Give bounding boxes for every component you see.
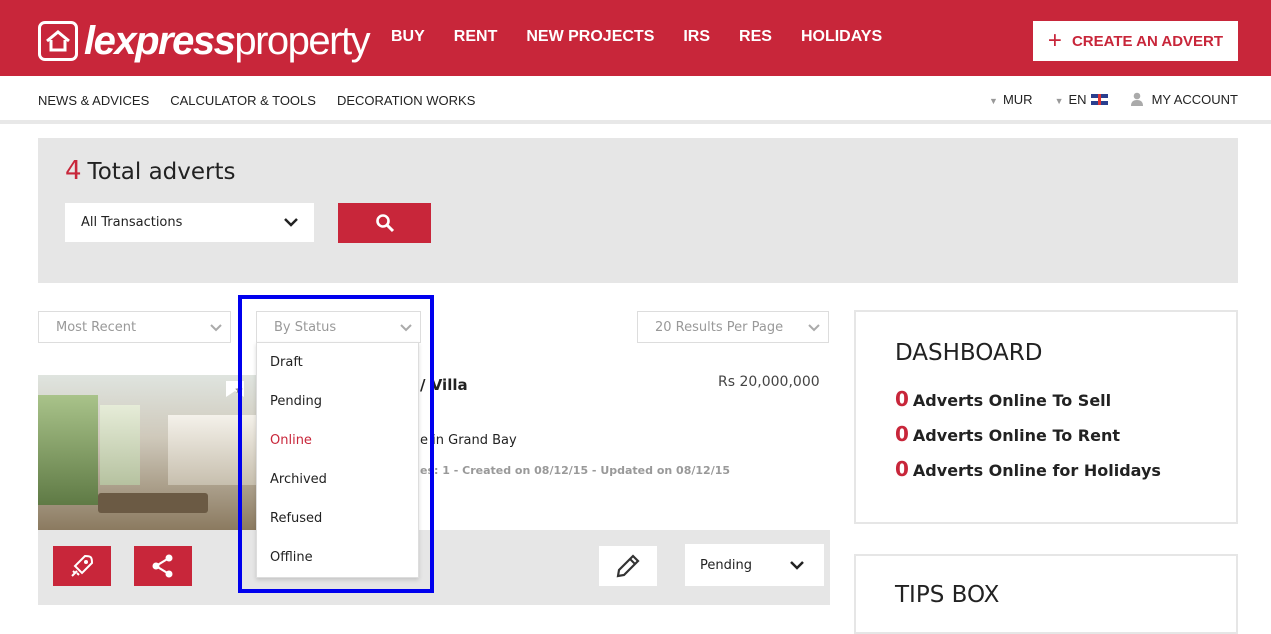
nav-rent[interactable]: RENT [454, 28, 498, 46]
search-icon [375, 214, 394, 233]
share-icon [152, 554, 173, 578]
status-option-archived[interactable]: Archived [257, 470, 418, 509]
create-advert-label: CREATE AN ADVERT [1071, 32, 1224, 50]
rocket-icon [71, 554, 94, 577]
edit-button[interactable] [599, 546, 657, 586]
currency-selector[interactable]: ▼ MUR [989, 92, 1033, 107]
chevron-down-icon [808, 324, 820, 332]
language-selector[interactable]: ▼ EN [1055, 92, 1108, 107]
chevron-down-icon [400, 324, 412, 332]
status-option-refused[interactable]: Refused [257, 509, 418, 548]
stat-holidays: 0 Adverts Online for Holidays [895, 457, 1161, 481]
status-option-online[interactable]: Online [257, 431, 418, 470]
status-filter-select[interactable]: By Status [256, 311, 421, 343]
top-bar: lexpressproperty BUY RENT NEW PROJECTS I… [0, 0, 1271, 76]
listing-actions-bar: Pending [38, 530, 830, 605]
create-advert-button[interactable]: + CREATE AN ADVERT [1033, 21, 1238, 61]
stat-rent: 0 Adverts Online To Rent [895, 422, 1121, 446]
main-nav: BUY RENT NEW PROJECTS IRS RES HOLIDAYS [391, 28, 882, 46]
caret-down-icon: ▼ [1054, 96, 1064, 106]
listing-title[interactable]: / Villa [420, 376, 468, 394]
status-option-offline[interactable]: Offline [257, 548, 418, 587]
dashboard-panel: DASHBOARD 0 Adverts Online To Sell 0 Adver… [854, 310, 1238, 524]
chevron-down-icon [790, 561, 804, 570]
search-panel: 4 Total adverts All Transactions [38, 138, 1238, 283]
transaction-select[interactable]: All Transactions [65, 203, 314, 242]
nav-res[interactable]: RES [739, 28, 772, 46]
listing-location: e in Grand Bay [420, 433, 517, 448]
sort-select[interactable]: Most Recent [38, 311, 231, 343]
tips-box-panel: TIPS BOX [854, 554, 1238, 634]
logo-text: lexpressproperty [84, 19, 371, 63]
listing-price: Rs 20,000,000 [718, 374, 820, 390]
nav-calculator-tools[interactable]: CALCULATOR & TOOLS [170, 93, 316, 108]
chevron-down-icon [284, 218, 298, 227]
total-adverts: 4 Total adverts [65, 156, 236, 186]
chevron-down-icon [210, 324, 222, 332]
stat-sell: 0 Adverts Online To Sell [895, 387, 1112, 411]
nav-irs[interactable]: IRS [683, 28, 710, 46]
nav-holidays[interactable]: HOLIDAYS [801, 28, 882, 46]
advert-status-select[interactable]: Pending [685, 544, 824, 586]
pencil-icon [616, 554, 640, 578]
status-option-draft[interactable]: Draft [257, 353, 418, 392]
plus-icon: + [1047, 27, 1062, 54]
dashboard-title: DASHBOARD [895, 340, 1043, 366]
secondary-nav: NEWS & ADVICES CALCULATOR & TOOLS DECORA… [0, 76, 1271, 124]
listing-meta: es: 1 - Created on 08/12/15 - Updated on… [420, 464, 731, 477]
user-icon [1130, 92, 1143, 106]
nav-decoration-works[interactable]: DECORATION WORKS [337, 93, 475, 108]
nav-new-projects[interactable]: NEW PROJECTS [526, 28, 654, 46]
favorite-star-icon[interactable] [226, 381, 244, 397]
house-logo-icon [38, 21, 78, 61]
nav-news-advices[interactable]: NEWS & ADVICES [38, 93, 149, 108]
my-account-link[interactable]: MY ACCOUNT [1130, 92, 1238, 107]
status-option-pending[interactable]: Pending [257, 392, 418, 431]
site-logo[interactable]: lexpressproperty [38, 16, 371, 66]
listing-photo[interactable] [38, 375, 256, 530]
tips-title: TIPS BOX [895, 582, 1000, 608]
nav-buy[interactable]: BUY [391, 28, 425, 46]
boost-button[interactable] [53, 546, 111, 586]
share-button[interactable] [134, 546, 192, 586]
uk-flag-icon [1090, 94, 1108, 105]
search-button[interactable] [338, 203, 431, 243]
status-dropdown-menu: Draft Pending Online Archived Refused Offline [256, 342, 419, 578]
results-per-page-select[interactable]: 20 Results Per Page [637, 311, 829, 343]
caret-down-icon: ▼ [989, 96, 998, 106]
